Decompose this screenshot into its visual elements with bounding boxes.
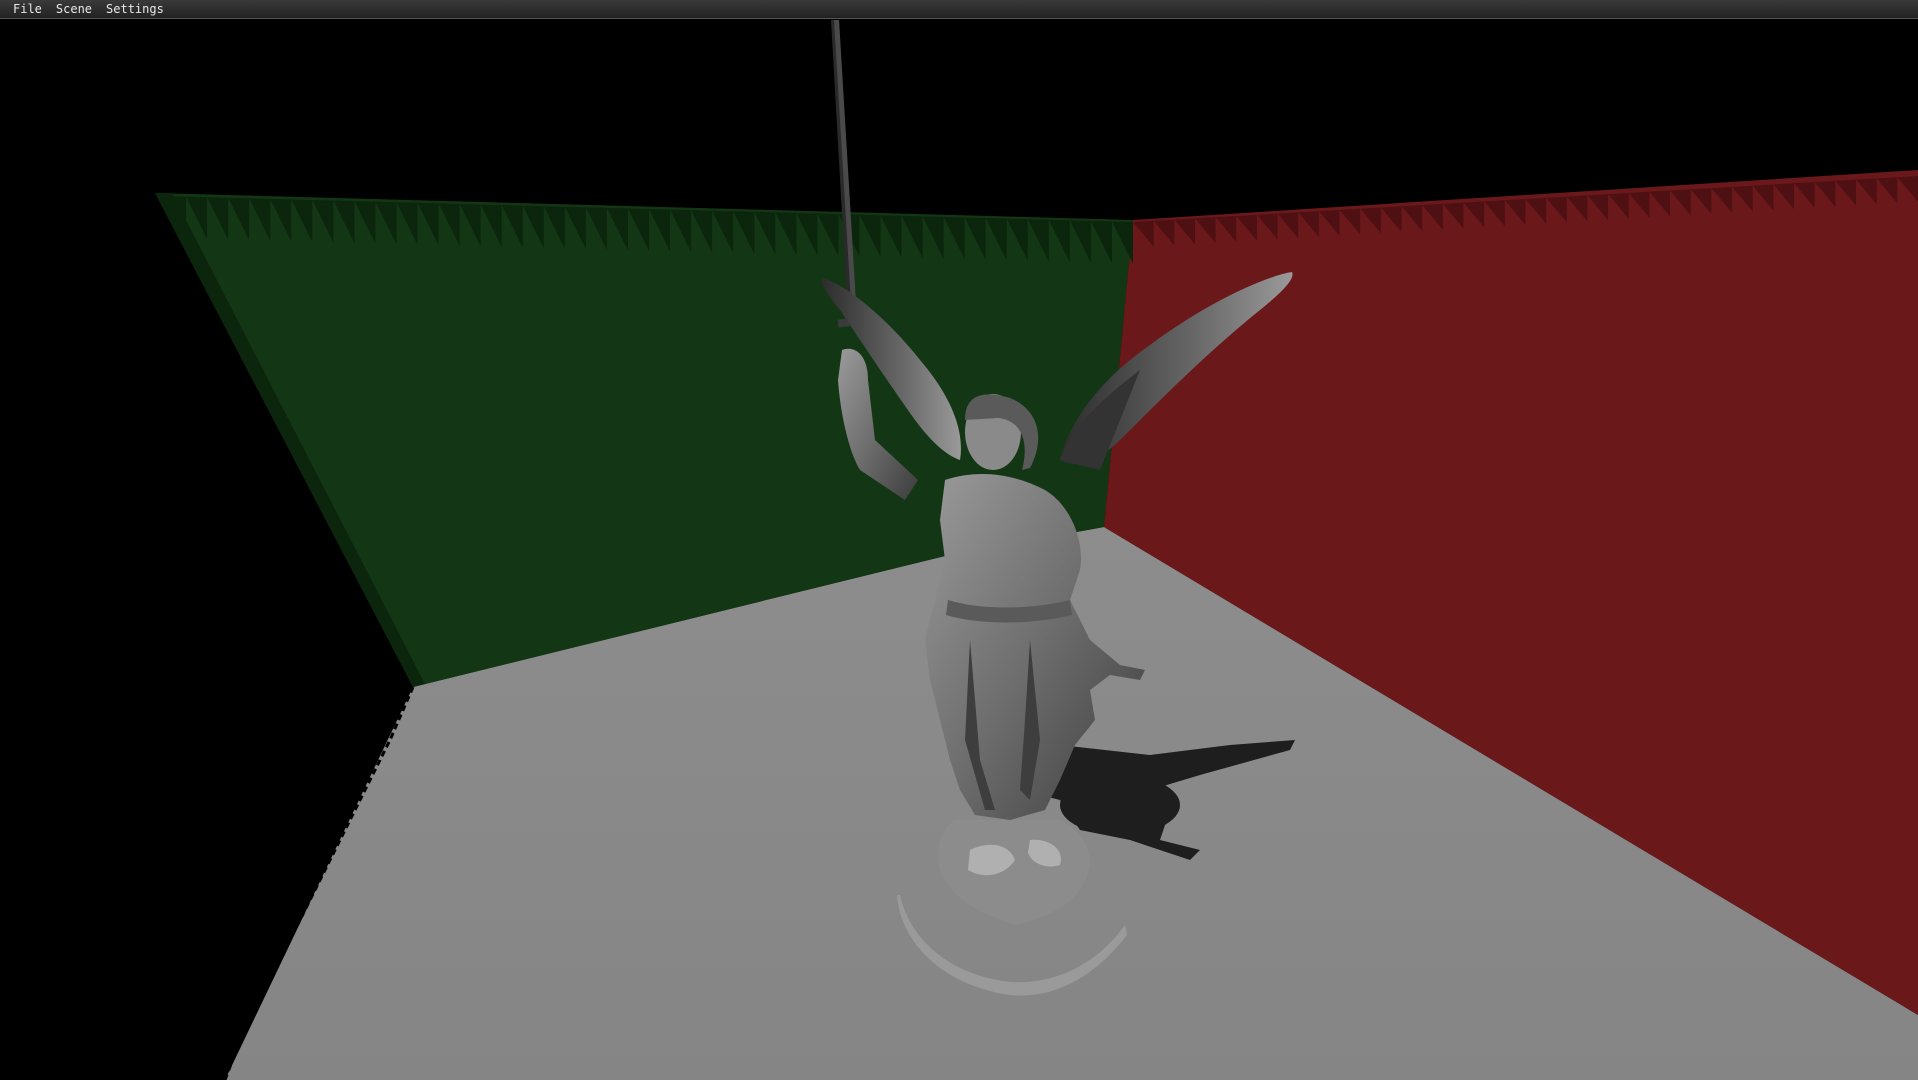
- render-viewport[interactable]: [0, 20, 1918, 1080]
- menu-scene[interactable]: Scene: [49, 0, 99, 19]
- menu-file[interactable]: File: [6, 0, 49, 19]
- menu-bar: File Scene Settings: [0, 0, 1918, 19]
- menu-settings[interactable]: Settings: [99, 0, 171, 19]
